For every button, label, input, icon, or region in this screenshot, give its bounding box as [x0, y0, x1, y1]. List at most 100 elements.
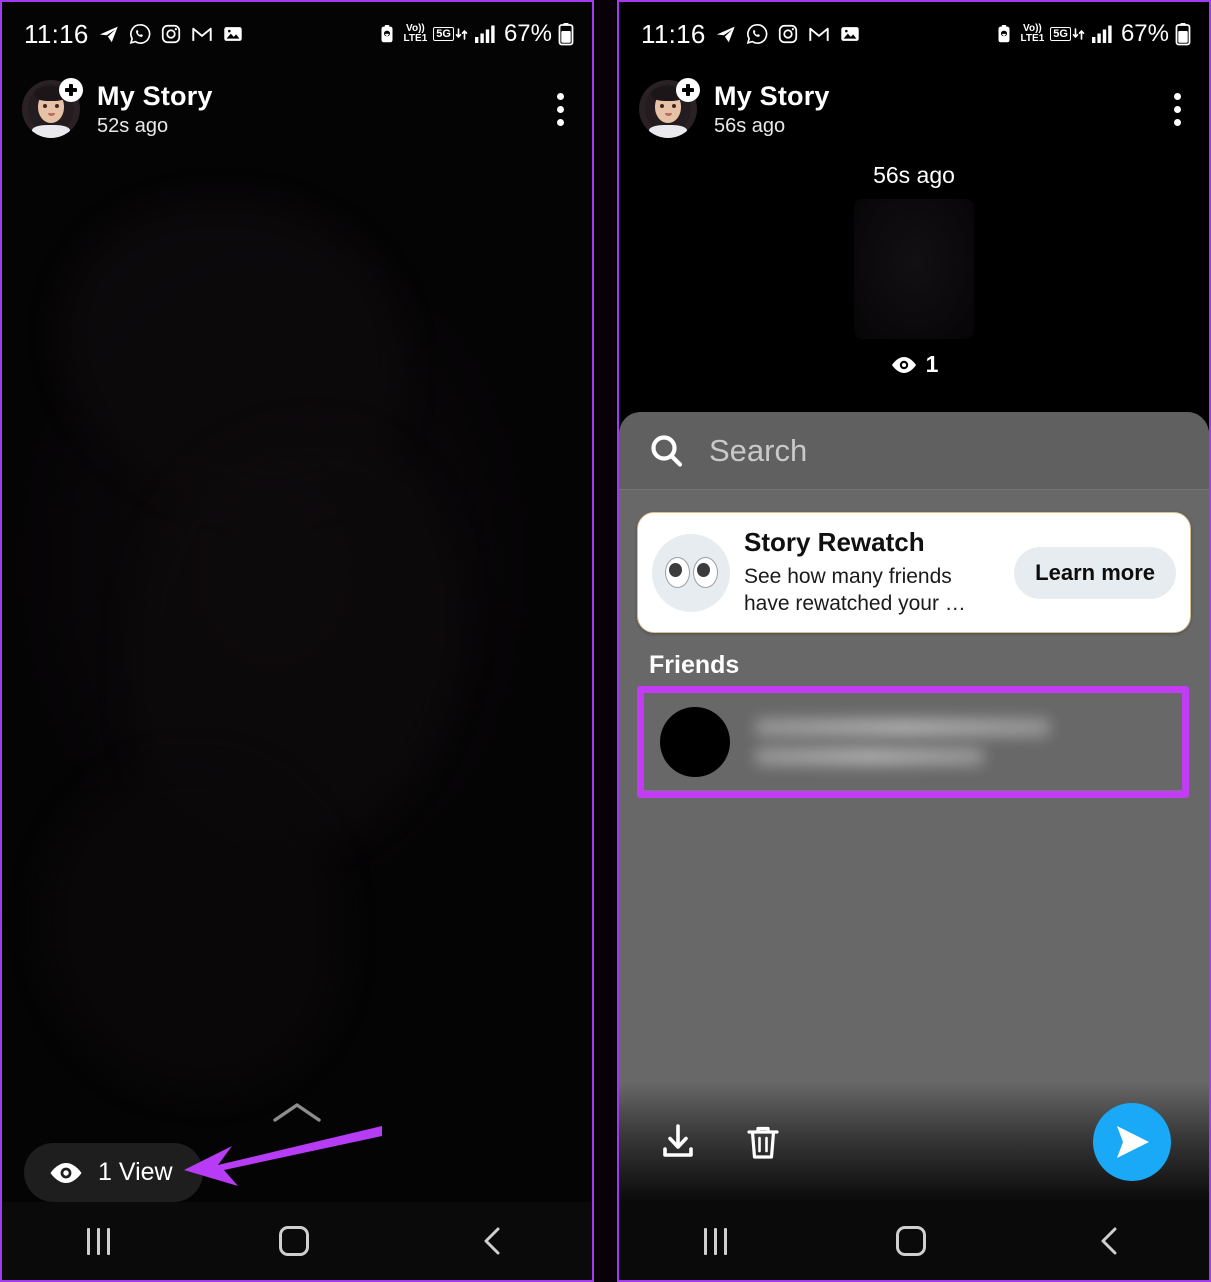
- signal-bars-icon: [474, 25, 495, 43]
- trash-icon: [747, 1126, 779, 1159]
- whatsapp-icon: [746, 24, 768, 44]
- story-preview: 56s ago 1: [619, 162, 1209, 412]
- viewer-sheet: Search Story Rewatch See how many friend…: [619, 412, 1209, 1202]
- network-indicator: 5G: [433, 25, 468, 43]
- avatar[interactable]: [22, 78, 83, 138]
- send-icon: [1117, 1126, 1149, 1158]
- volte-indicator: Vo)) LTE1: [404, 24, 428, 44]
- home-icon[interactable]: [896, 1226, 927, 1256]
- avatar-collar: [32, 125, 70, 138]
- avatar-collar: [649, 125, 687, 138]
- story-header: My Story 56s ago: [619, 70, 1209, 148]
- avatar-eye-left: [660, 104, 664, 108]
- status-bar-right: Vo)) LTE1 5G 67%: [376, 20, 574, 48]
- status-bar: 11:16 Vo)) LTE1 5G 67%: [619, 2, 1209, 66]
- avatar-eye-right: [672, 104, 676, 108]
- recents-icon[interactable]: [86, 1227, 110, 1255]
- telegram-icon: [716, 26, 735, 43]
- preview-timestamp: 56s ago: [873, 162, 955, 188]
- telegram-icon: [99, 26, 118, 43]
- story-header-text: My Story 52s ago: [97, 81, 213, 138]
- download-icon: [663, 1124, 693, 1157]
- page-title: My Story: [714, 80, 830, 111]
- delete-button[interactable]: [743, 1121, 783, 1163]
- plus-badge-icon[interactable]: [676, 78, 700, 102]
- promo-text-block: Story Rewatch See how many friends have …: [730, 527, 1014, 617]
- sheet-action-icons: [657, 1121, 783, 1163]
- learn-more-button[interactable]: Learn more: [1014, 546, 1176, 599]
- gmail-icon: [808, 27, 829, 41]
- home-icon[interactable]: [279, 1226, 310, 1256]
- battery-saver-icon: [998, 25, 1010, 43]
- send-button[interactable]: [1093, 1103, 1171, 1181]
- status-bar-right: Vo)) LTE1 5G 67%: [993, 20, 1191, 48]
- story-timestamp: 56s ago: [714, 114, 786, 137]
- page-title: My Story: [97, 80, 213, 111]
- screenshot-stage: 11:16 Vo)) LTE1 5G 67% My Story 52s ago …: [0, 0, 1211, 1282]
- plus-badge-icon[interactable]: [59, 78, 83, 102]
- status-bar-left: 11:16: [641, 19, 861, 50]
- eyeball-right: [692, 557, 718, 589]
- network-indicator: 5G: [1050, 25, 1085, 43]
- status-bar-left: 11:16: [24, 19, 244, 50]
- eyeball-left: [664, 557, 690, 589]
- highlight-annotation-box: [637, 686, 1189, 799]
- eye-icon: [50, 1162, 82, 1183]
- kebab-menu-icon[interactable]: [1166, 83, 1189, 136]
- status-time: 11:16: [24, 18, 89, 49]
- story-media-canvas[interactable]: [2, 2, 592, 1280]
- right-phone-panel: 11:16 Vo)) LTE1 5G 67% My Story 56s ago …: [617, 0, 1211, 1282]
- avatar-eye-right: [55, 104, 59, 108]
- chevron-up-icon[interactable]: [271, 1099, 323, 1125]
- promo-description: See how many friends have rewatched your…: [744, 564, 966, 616]
- view-count-label: 1 View: [98, 1158, 173, 1186]
- story-shadow-shape: [42, 762, 342, 1092]
- network-label: 5G: [1050, 27, 1071, 41]
- story-timestamp: 52s ago: [97, 114, 169, 137]
- network-label: 5G: [433, 27, 454, 41]
- download-button[interactable]: [657, 1121, 699, 1163]
- friends-section-heading: Friends: [649, 651, 740, 680]
- back-icon[interactable]: [1096, 1225, 1124, 1257]
- view-count-pill[interactable]: 1 View: [24, 1143, 203, 1202]
- status-time: 11:16: [641, 18, 706, 49]
- story-header: My Story 52s ago: [2, 70, 592, 148]
- preview-view-count: 1: [890, 351, 939, 378]
- photos-icon: [223, 27, 242, 41]
- instagram-icon: [161, 24, 180, 44]
- battery-icon: [558, 23, 574, 46]
- promo-title: Story Rewatch: [744, 527, 925, 557]
- search-icon: [651, 434, 683, 467]
- avatar[interactable]: [639, 78, 700, 138]
- search-bar[interactable]: Search: [619, 412, 1209, 490]
- data-transfer-arrows-icon: [455, 28, 468, 40]
- preview-thumbnail[interactable]: [854, 199, 974, 339]
- battery-icon: [1175, 23, 1191, 46]
- status-bar: 11:16 Vo)) LTE1 5G 67%: [2, 2, 592, 66]
- eyes-emoji-icon: [652, 533, 730, 612]
- back-icon[interactable]: [479, 1225, 507, 1257]
- data-transfer-arrows-icon: [1072, 28, 1085, 40]
- sheet-action-bar: [619, 1082, 1209, 1202]
- signal-bars-icon: [1091, 25, 1112, 43]
- volte-line2: LTE1: [1020, 33, 1045, 44]
- android-nav-bar: [619, 1202, 1209, 1280]
- battery-percent: 67%: [503, 20, 552, 47]
- battery-saver-icon: [381, 25, 393, 43]
- preview-view-number: 1: [925, 351, 939, 377]
- eye-icon: [891, 356, 916, 373]
- story-header-text: My Story 56s ago: [714, 81, 830, 138]
- recents-icon[interactable]: [703, 1227, 727, 1255]
- friend-avatar: [660, 706, 730, 777]
- left-phone-panel: 11:16 Vo)) LTE1 5G 67% My Story 52s ago …: [0, 0, 594, 1282]
- search-input[interactable]: Search: [709, 433, 807, 469]
- photos-icon: [840, 27, 859, 41]
- list-item[interactable]: [644, 693, 1182, 792]
- volte-line2: LTE1: [403, 33, 428, 44]
- kebab-menu-icon[interactable]: [549, 83, 572, 136]
- android-nav-bar: [2, 1202, 592, 1280]
- whatsapp-icon: [129, 24, 151, 44]
- story-rewatch-promo-card[interactable]: Story Rewatch See how many friends have …: [637, 512, 1191, 634]
- gmail-icon: [191, 27, 212, 41]
- avatar-eye-left: [43, 104, 47, 108]
